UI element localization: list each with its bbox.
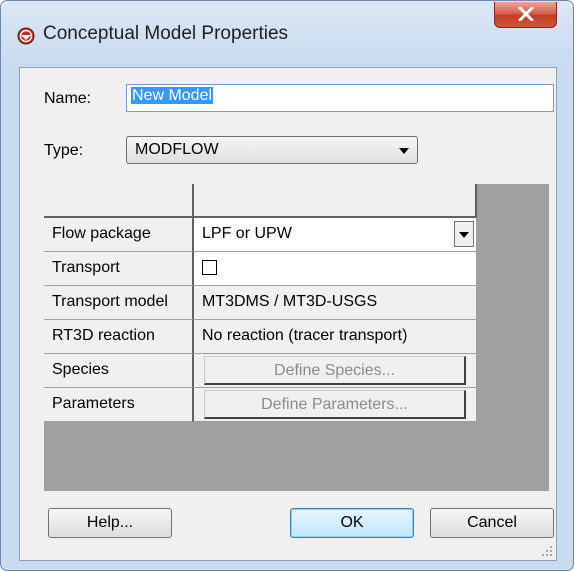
- row-label-species: Species: [44, 354, 194, 388]
- row-label-transport: Transport: [44, 252, 194, 286]
- help-button[interactable]: Help...: [48, 508, 172, 538]
- type-label: Type:: [44, 142, 84, 159]
- close-icon: [518, 7, 534, 21]
- dialog-title: Conceptual Model Properties: [43, 23, 289, 44]
- cancel-button[interactable]: Cancel: [430, 508, 554, 538]
- flow-package-combo[interactable]: LPF or UPW: [194, 218, 477, 252]
- type-select[interactable]: MODFLOW: [126, 136, 418, 164]
- row-label-transport-model: Transport model: [44, 286, 194, 320]
- dialog-client: Name: New Model Type: MODFLOW Flow packa…: [19, 67, 557, 561]
- properties-grid: Flow package LPF or UPW Transport Transp…: [44, 184, 549, 491]
- chevron-down-icon: [399, 148, 409, 154]
- flow-package-value: LPF or UPW: [202, 225, 292, 242]
- ok-button[interactable]: OK: [290, 508, 414, 538]
- transport-model-value: MT3DMS / MT3D-USGS: [194, 286, 477, 320]
- close-button[interactable]: [494, 2, 557, 28]
- row-label-flow-package: Flow package: [44, 218, 194, 252]
- species-cell: Define Species...: [194, 354, 477, 388]
- name-value: New Model: [131, 87, 214, 104]
- chevron-down-icon: [459, 232, 469, 238]
- rt3d-reaction-value: No reaction (tracer transport): [194, 320, 477, 354]
- row-label-parameters: Parameters: [44, 388, 194, 422]
- flow-package-dropdown-button[interactable]: [454, 221, 474, 247]
- title-bar[interactable]: Conceptual Model Properties: [1, 1, 573, 67]
- grid-corner-header: [44, 184, 194, 218]
- type-value: MODFLOW: [135, 141, 219, 158]
- name-label: Name:: [44, 90, 92, 107]
- transport-cell: [194, 252, 477, 286]
- resize-grip-icon[interactable]: [541, 545, 553, 557]
- transport-checkbox[interactable]: [202, 260, 217, 275]
- row-label-rt3d-reaction: RT3D reaction: [44, 320, 194, 354]
- define-parameters-button[interactable]: Define Parameters...: [204, 390, 466, 419]
- grid-column-header: [194, 184, 477, 218]
- name-input[interactable]: New Model: [126, 84, 554, 112]
- model-icon: [17, 27, 35, 45]
- parameters-cell: Define Parameters...: [194, 388, 477, 422]
- define-species-button[interactable]: Define Species...: [204, 356, 466, 385]
- dialog-window: Conceptual Model Properties Name: New Mo…: [0, 0, 574, 571]
